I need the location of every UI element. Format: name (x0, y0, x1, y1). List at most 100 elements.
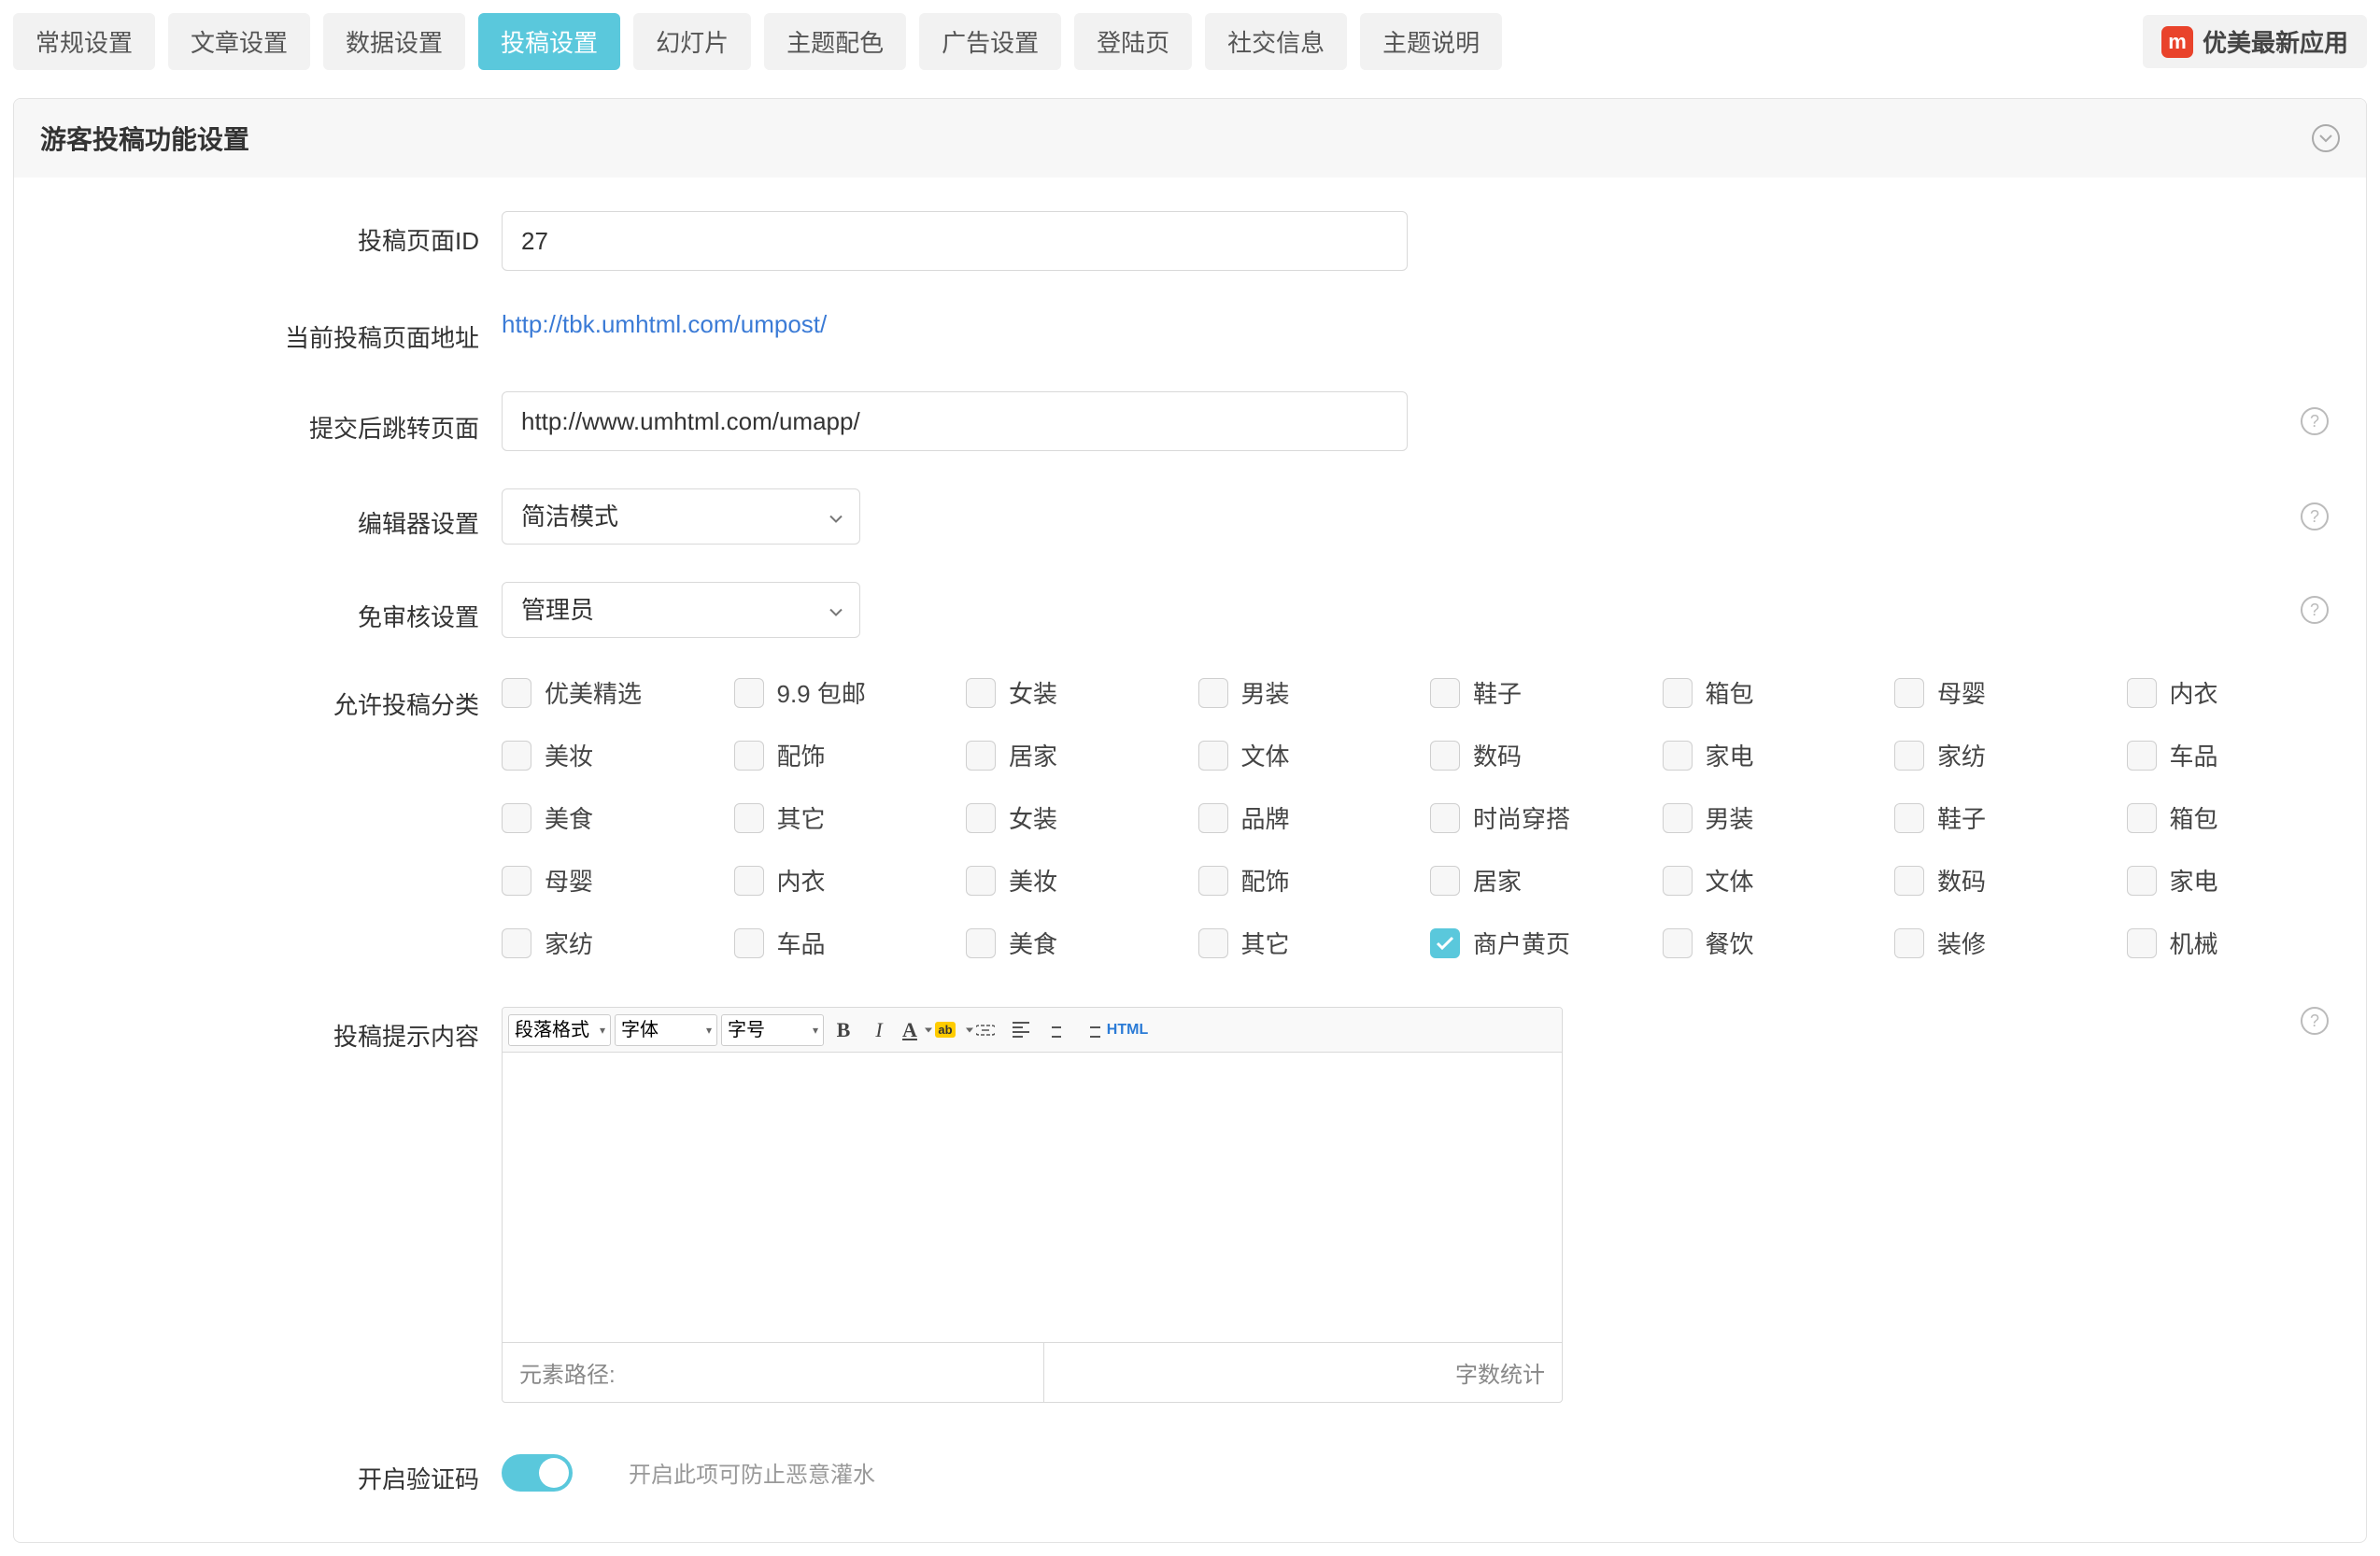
editor-body[interactable] (503, 1053, 1562, 1342)
checkbox-icon (734, 803, 764, 833)
promo-button[interactable]: m优美最新应用 (2143, 15, 2367, 68)
checkbox-icon (1894, 678, 1924, 708)
category-checkbox[interactable]: 男装 (1198, 675, 1412, 710)
checkbox-icon (2127, 803, 2157, 833)
category-checkbox[interactable]: 家电 (2127, 863, 2341, 898)
font-color-button[interactable]: A (899, 1014, 930, 1046)
category-label: 配饰 (777, 738, 826, 772)
category-checkbox[interactable]: 数码 (1894, 863, 2108, 898)
align-center-button[interactable] (1041, 1014, 1072, 1046)
category-label: 文体 (1241, 738, 1290, 772)
category-checkbox[interactable]: 车品 (734, 926, 948, 960)
highlight-button[interactable]: ab (934, 1014, 966, 1046)
category-checkbox[interactable]: 文体 (1663, 863, 1877, 898)
tab-7[interactable]: 登陆页 (1074, 13, 1192, 70)
tab-2[interactable]: 数据设置 (323, 13, 465, 70)
category-checkbox[interactable]: 餐饮 (1663, 926, 1877, 960)
captcha-toggle[interactable] (502, 1454, 573, 1492)
editor-element-path: 元素路径: (503, 1343, 1044, 1402)
category-checkbox[interactable]: 配饰 (734, 738, 948, 772)
category-checkbox[interactable]: 数码 (1430, 738, 1644, 772)
label-editor-mode: 编辑器设置 (40, 494, 479, 540)
chevron-down-icon[interactable] (2312, 124, 2340, 152)
checkbox-icon (1198, 803, 1228, 833)
category-checkbox[interactable]: 家纺 (502, 926, 715, 960)
no-review-select[interactable]: 管理员 (502, 582, 860, 638)
tab-8[interactable]: 社交信息 (1205, 13, 1347, 70)
category-checkbox[interactable]: 箱包 (2127, 800, 2341, 835)
current-url-link[interactable]: http://tbk.umhtml.com/umpost/ (502, 308, 827, 339)
category-checkbox[interactable]: 鞋子 (1430, 675, 1644, 710)
checkbox-icon (734, 741, 764, 771)
row-categories: 允许投稿分类 优美精选9.9 包邮女装男装鞋子箱包母婴内衣美妆配饰居家文体数码家… (40, 675, 2340, 960)
tab-3[interactable]: 投稿设置 (478, 13, 620, 70)
category-checkbox[interactable]: 居家 (1430, 863, 1644, 898)
editor-mode-select[interactable]: 简洁模式 (502, 488, 860, 545)
category-checkbox[interactable]: 母婴 (1894, 675, 2108, 710)
help-icon[interactable]: ? (2301, 596, 2329, 624)
category-checkbox[interactable]: 时尚穿搭 (1430, 800, 1644, 835)
tab-4[interactable]: 幻灯片 (633, 13, 751, 70)
category-checkbox[interactable]: 美妆 (966, 863, 1180, 898)
category-checkbox[interactable]: 文体 (1198, 738, 1412, 772)
tab-1[interactable]: 文章设置 (168, 13, 310, 70)
checkbox-icon (2127, 741, 2157, 771)
label-page-id: 投稿页面ID (40, 211, 479, 257)
category-checkbox[interactable]: 内衣 (734, 863, 948, 898)
tab-6[interactable]: 广告设置 (919, 13, 1061, 70)
category-checkbox[interactable]: 家纺 (1894, 738, 2108, 772)
category-checkbox[interactable]: 居家 (966, 738, 1180, 772)
category-checkbox[interactable]: 装修 (1894, 926, 2108, 960)
category-checkbox[interactable]: 品牌 (1198, 800, 1412, 835)
redirect-url-input[interactable] (502, 391, 1408, 451)
bold-button[interactable]: B (828, 1014, 859, 1046)
category-label: 母婴 (545, 863, 593, 898)
help-icon[interactable]: ? (2301, 407, 2329, 435)
category-checkbox[interactable]: 箱包 (1663, 675, 1877, 710)
category-checkbox[interactable]: 其它 (1198, 926, 1412, 960)
category-label: 优美精选 (545, 675, 642, 710)
category-checkbox[interactable]: 车品 (2127, 738, 2341, 772)
row-current-url: 当前投稿页面地址 http://tbk.umhtml.com/umpost/ (40, 308, 2340, 354)
category-label: 品牌 (1241, 800, 1290, 835)
category-checkbox[interactable]: 美妆 (502, 738, 715, 772)
align-right-button[interactable] (1076, 1014, 1108, 1046)
category-checkbox[interactable]: 鞋子 (1894, 800, 2108, 835)
link-button[interactable] (970, 1014, 1001, 1046)
category-checkbox[interactable]: 机械 (2127, 926, 2341, 960)
editor-word-count[interactable]: 字数统计 (1044, 1343, 1562, 1402)
italic-button[interactable]: I (863, 1014, 895, 1046)
checkbox-icon (1663, 866, 1693, 896)
category-checkbox[interactable]: 配饰 (1198, 863, 1412, 898)
tab-5[interactable]: 主题配色 (764, 13, 906, 70)
category-checkbox[interactable]: 女装 (966, 675, 1180, 710)
category-checkbox[interactable]: 女装 (966, 800, 1180, 835)
editor-format-select[interactable]: 段落格式 (508, 1014, 611, 1046)
tab-9[interactable]: 主题说明 (1360, 13, 1502, 70)
category-checkbox[interactable]: 内衣 (2127, 675, 2341, 710)
category-checkbox[interactable]: 9.9 包邮 (734, 675, 948, 710)
row-captcha: 开启验证码 开启此项可防止恶意灌水 (40, 1450, 2340, 1495)
editor-size-select[interactable]: 字号 (721, 1014, 824, 1046)
html-source-button[interactable]: HTML (1112, 1014, 1143, 1046)
category-checkbox[interactable]: 美食 (966, 926, 1180, 960)
category-label: 家纺 (545, 926, 593, 960)
checkbox-icon (1198, 741, 1228, 771)
tab-0[interactable]: 常规设置 (13, 13, 155, 70)
align-left-button[interactable] (1005, 1014, 1037, 1046)
category-checkbox[interactable]: 母婴 (502, 863, 715, 898)
category-label: 商户黄页 (1473, 926, 1570, 960)
page-id-input[interactable] (502, 211, 1408, 271)
help-icon[interactable]: ? (2301, 502, 2329, 530)
editor-font-select[interactable]: 字体 (615, 1014, 717, 1046)
checkbox-icon (1894, 928, 1924, 958)
checkbox-icon (1663, 678, 1693, 708)
category-checkbox[interactable]: 其它 (734, 800, 948, 835)
category-checkbox[interactable]: 家电 (1663, 738, 1877, 772)
category-label: 美食 (1009, 926, 1057, 960)
category-checkbox[interactable]: 优美精选 (502, 675, 715, 710)
help-icon[interactable]: ? (2301, 1007, 2329, 1035)
category-checkbox[interactable]: 美食 (502, 800, 715, 835)
category-checkbox[interactable]: 男装 (1663, 800, 1877, 835)
category-checkbox[interactable]: 商户黄页 (1430, 926, 1644, 960)
